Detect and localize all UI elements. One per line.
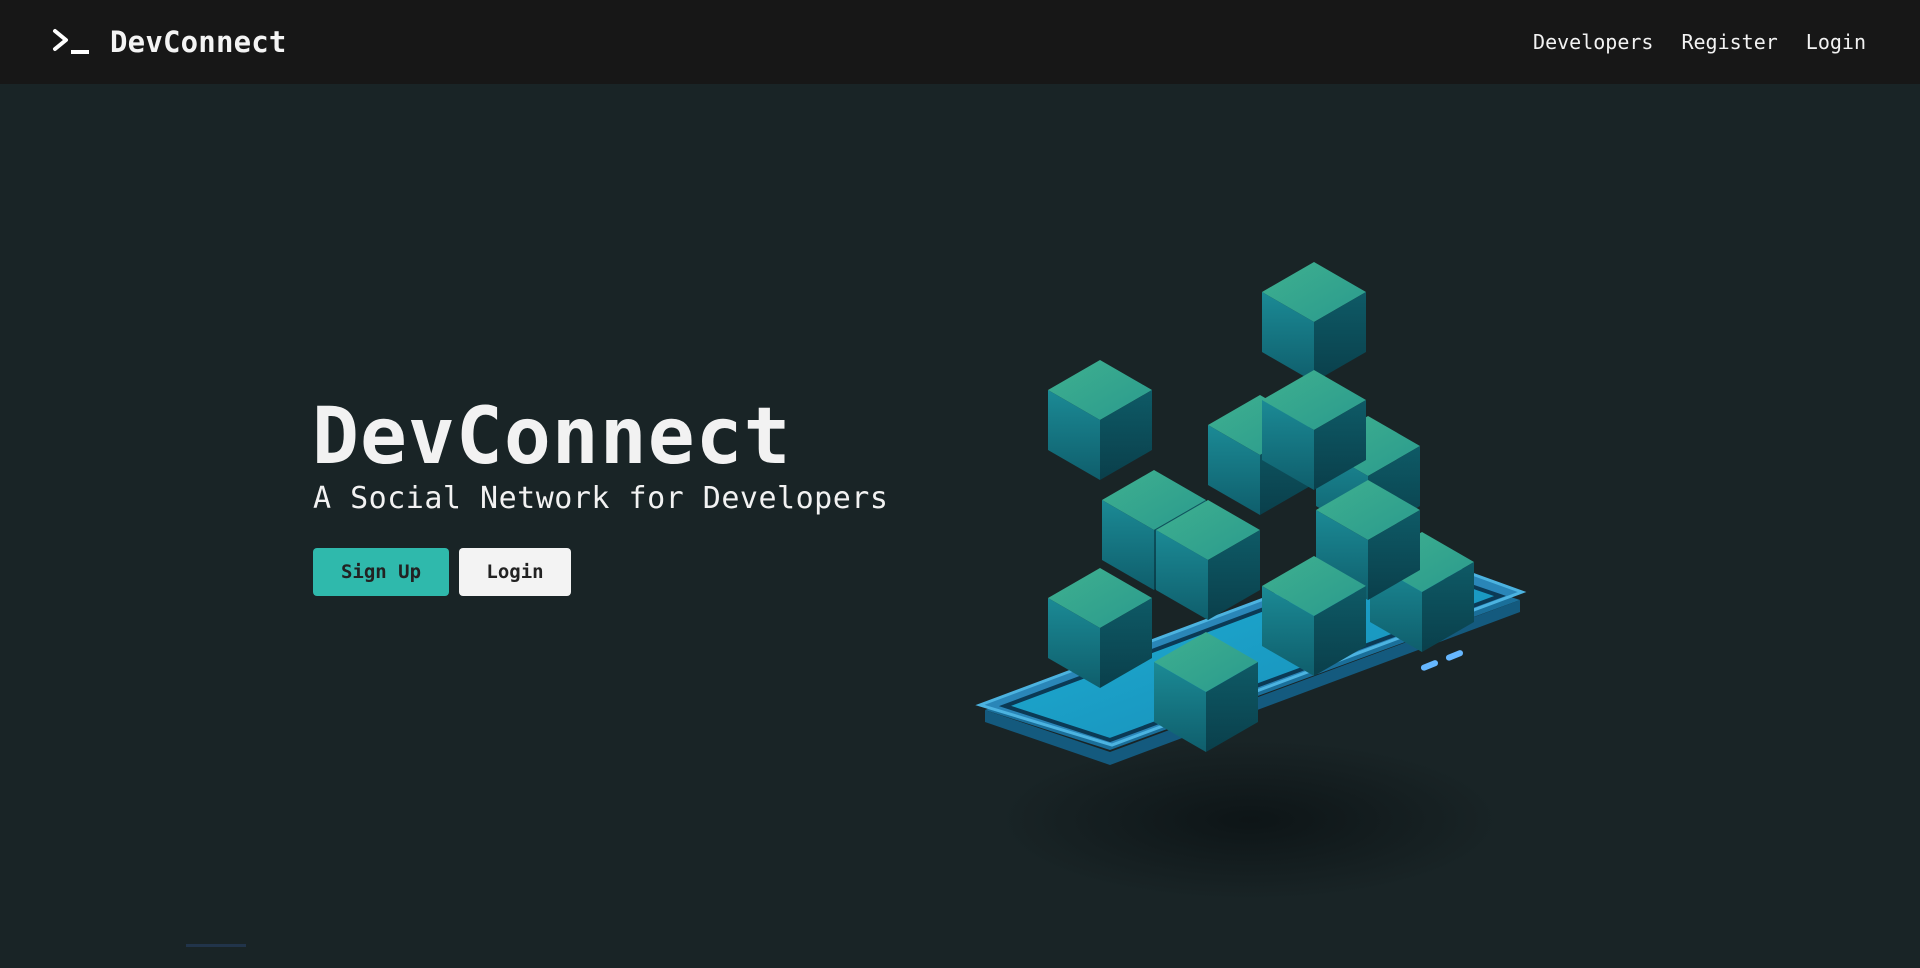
isometric-phone-with-cubes-illustration [975,262,1527,900]
login-button[interactable]: Login [459,548,571,596]
navbar: DevConnect Developers Register Login [0,0,1920,84]
brand-name: DevConnect [110,25,287,59]
hero-subtitle: A Social Network for Developers [313,481,889,516]
hero-section: DevConnect A Social Network for Develope… [0,84,1920,947]
nav-link-developers[interactable]: Developers [1533,30,1653,54]
hero-title: DevConnect [312,392,792,482]
terminal-prompt-icon [53,29,89,54]
hero-buttons: Sign Up Login [313,548,571,596]
nav-link-login[interactable]: Login [1806,30,1866,54]
brand-link[interactable]: DevConnect [52,25,287,59]
nav-links: Developers Register Login [1533,30,1866,54]
nav-link-register[interactable]: Register [1681,30,1777,54]
sign-up-button[interactable]: Sign Up [313,548,449,596]
